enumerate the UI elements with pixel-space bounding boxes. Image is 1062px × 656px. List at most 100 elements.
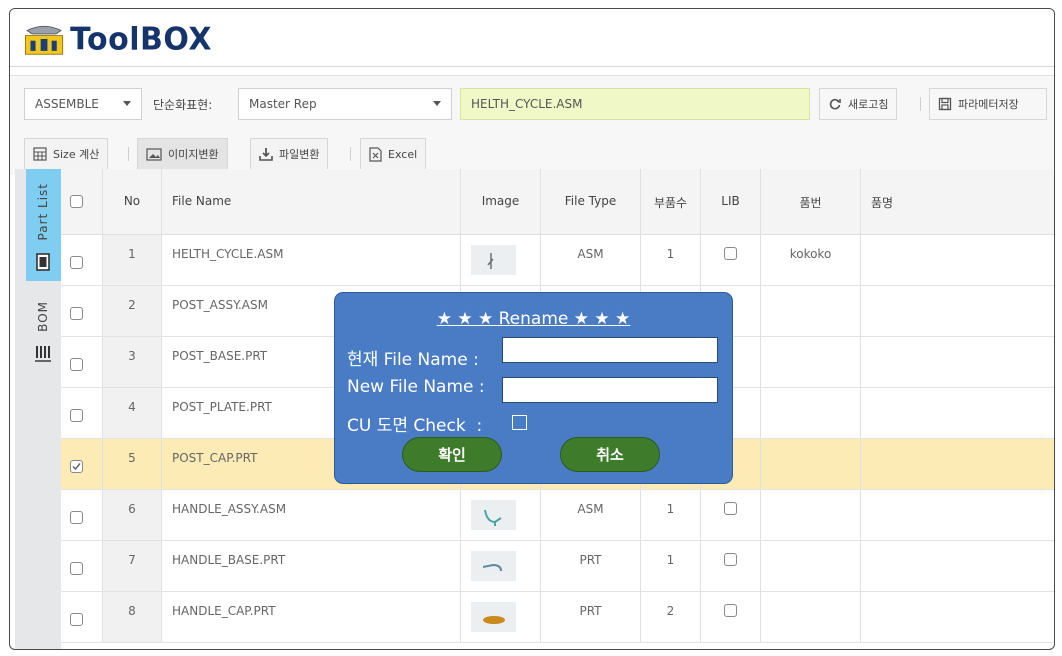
- row-checkbox[interactable]: [70, 460, 83, 473]
- current-filename-input[interactable]: [502, 337, 718, 363]
- row-select-cell: [61, 337, 103, 387]
- app-title: ToolBOX: [70, 20, 212, 58]
- table-header-row: No File Name Image File Type 부품수 LIB 품번 …: [61, 169, 1054, 235]
- bom-label: BOM: [36, 301, 50, 332]
- cancel-button[interactable]: 취소: [560, 437, 660, 472]
- assemble-select[interactable]: ASSEMBLE: [24, 88, 142, 120]
- sidebar-tab-part-list[interactable]: Part List: [26, 169, 61, 281]
- row-part-no-cell: [761, 439, 861, 489]
- row-no-cell: 2: [103, 286, 162, 336]
- row-select-cell: [61, 541, 103, 591]
- row-checkbox[interactable]: [70, 358, 83, 371]
- new-filename-label: New File Name :: [347, 377, 485, 397]
- row-file-name-cell: HANDLE_BASE.PRT: [162, 541, 461, 591]
- filename-display[interactable]: HELTH_CYCLE.ASM: [460, 88, 810, 120]
- assemble-select-value: ASSEMBLE: [35, 97, 99, 111]
- simplified-rep-label: 단순화표현:: [153, 98, 213, 112]
- row-checkbox[interactable]: [70, 409, 83, 422]
- image-convert-button[interactable]: 이미지변환: [137, 138, 228, 170]
- header-select-all-cell: [61, 169, 103, 234]
- cu-check-label: CU 도면 Check :: [347, 416, 483, 436]
- refresh-button[interactable]: 새로고침: [819, 88, 898, 120]
- row-checkbox[interactable]: [70, 256, 83, 269]
- cu-check-checkbox[interactable]: [512, 415, 527, 430]
- row-qty-cell: 1: [641, 235, 701, 285]
- confirm-button[interactable]: 확인: [402, 437, 502, 472]
- logo-bar: ToolBOX: [10, 9, 1054, 67]
- chevron-down-icon: [433, 101, 441, 106]
- save-params-button[interactable]: 파라메터저장: [929, 88, 1047, 120]
- row-file-name-cell: HANDLE_ASSY.ASM: [162, 490, 461, 540]
- row-part-name-cell: [861, 388, 1054, 438]
- table-row[interactable]: 1 HELTH_CYCLE.ASM ASM 1 kokoko: [61, 235, 1054, 286]
- row-qty-cell: 1: [641, 490, 701, 540]
- save-params-label: 파라메터저장: [958, 98, 1019, 111]
- excel-label: Excel: [388, 147, 418, 161]
- row-lib-cell: [701, 541, 761, 591]
- part-thumbnail: [471, 245, 516, 275]
- row-checkbox[interactable]: [70, 511, 83, 524]
- sidebar-tab-bom[interactable]: BOM: [26, 293, 61, 383]
- table-row[interactable]: 8 HANDLE_CAP.PRT PRT 2: [61, 592, 1054, 643]
- simplified-rep-select[interactable]: Master Rep: [238, 88, 452, 120]
- header-file-name: File Name: [162, 169, 461, 234]
- row-file-type-cell: ASM: [541, 235, 641, 285]
- row-image-cell: [461, 490, 541, 540]
- row-part-name-cell: [861, 490, 1054, 540]
- row-checkbox[interactable]: [70, 613, 83, 626]
- toolbar-divider: [920, 97, 921, 111]
- refresh-label: 새로고침: [848, 98, 889, 111]
- row-part-no-cell: [761, 541, 861, 591]
- header-file-type: File Type: [541, 169, 641, 234]
- header-part-no: 품번: [761, 169, 861, 234]
- row-file-name-cell: HELTH_CYCLE.ASM: [162, 235, 461, 285]
- row-select-cell: [61, 388, 103, 438]
- row-qty-cell: 1: [641, 541, 701, 591]
- header-part-name: 품명: [871, 196, 894, 210]
- row-checkbox[interactable]: [70, 307, 83, 320]
- header-lib: LIB: [701, 169, 761, 234]
- size-calc-button[interactable]: Size 계산: [24, 138, 109, 170]
- row-select-cell: [61, 439, 103, 489]
- header-no: No: [103, 169, 162, 234]
- download-icon: [259, 148, 273, 161]
- row-lib-cell: [701, 235, 761, 285]
- part-list-label: Part List: [36, 183, 50, 241]
- row-select-cell: [61, 490, 103, 540]
- row-checkbox[interactable]: [70, 562, 83, 575]
- row-lib-cell: [701, 592, 761, 642]
- table-row[interactable]: 7 HANDLE_BASE.PRT PRT 1: [61, 541, 1054, 592]
- refresh-icon: [829, 98, 841, 110]
- table-row[interactable]: 6 HANDLE_ASSY.ASM ASM 1: [61, 490, 1054, 541]
- part-thumbnail: [471, 500, 516, 530]
- lib-checkbox[interactable]: [724, 604, 737, 617]
- row-part-no-cell: [761, 337, 861, 387]
- row-part-no-cell: [761, 490, 861, 540]
- excel-button[interactable]: Excel: [360, 138, 427, 170]
- lib-checkbox[interactable]: [724, 502, 737, 515]
- check-icon: [72, 463, 81, 471]
- row-part-name-cell: [861, 286, 1054, 336]
- toolbar-divider: [128, 147, 129, 161]
- row-file-type-cell: ASM: [541, 490, 641, 540]
- row-select-cell: [61, 235, 103, 285]
- size-calc-label: Size 계산: [53, 148, 100, 161]
- new-filename-input[interactable]: [502, 377, 718, 403]
- part-thumbnail: [471, 602, 516, 632]
- part-thumbnail: [471, 551, 516, 581]
- row-no-cell: 8: [103, 592, 162, 642]
- lib-checkbox[interactable]: [724, 553, 737, 566]
- row-no-cell: 4: [103, 388, 162, 438]
- row-part-no-cell: [761, 388, 861, 438]
- select-all-checkbox[interactable]: [70, 195, 83, 208]
- file-convert-button[interactable]: 파일변환: [250, 138, 329, 170]
- lib-checkbox[interactable]: [724, 247, 737, 260]
- row-select-cell: [61, 592, 103, 642]
- row-file-type-cell: PRT: [541, 541, 641, 591]
- excel-file-icon: [369, 146, 382, 162]
- filename-value: HELTH_CYCLE.ASM: [471, 97, 583, 111]
- list-icon: [36, 253, 50, 271]
- toolbar: ASSEMBLE 단순화표현: Master Rep HELTH_CYCLE.A…: [10, 75, 1054, 175]
- row-image-cell: [461, 235, 541, 285]
- image-convert-label: 이미지변환: [168, 148, 219, 161]
